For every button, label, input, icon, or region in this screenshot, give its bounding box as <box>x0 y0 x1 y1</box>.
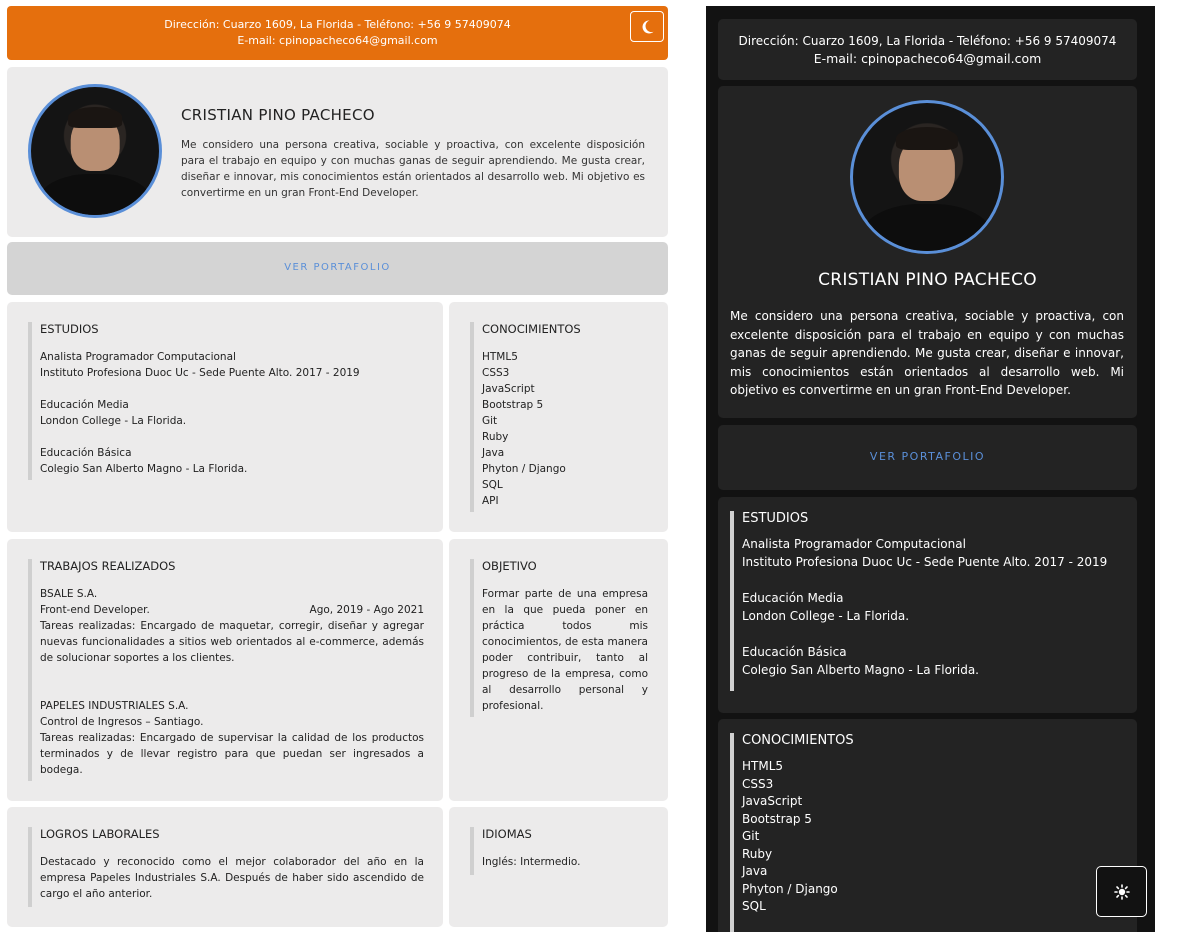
skill-item: HTML5 <box>482 351 518 363</box>
light-theme-view: Dirección: Cuarzo 1609, La Florida - Tel… <box>7 6 668 941</box>
study-place: Instituto Profesiona Duoc Uc - Sede Puen… <box>742 554 1108 569</box>
theme-toggle-button-dark[interactable] <box>1096 866 1147 917</box>
moon-icon <box>642 19 654 33</box>
job-description: Tareas realizadas: Encargado de supervis… <box>40 732 424 776</box>
avatar-hair <box>68 107 122 128</box>
skill-item: Java <box>482 447 505 459</box>
studies-title: ESTUDIOS <box>40 322 99 336</box>
skill-item: SQL <box>742 899 766 913</box>
portfolio-link[interactable]: VER PORTAFOLIO <box>718 450 1137 463</box>
studies-section: ESTUDIOS Analista Programador Computacio… <box>28 322 360 480</box>
skill-item: Git <box>742 829 760 843</box>
skill-item: JavaScript <box>742 794 803 808</box>
job-company: BSALE S.A. <box>40 588 98 600</box>
languages-text: Inglés: Intermedio. <box>482 856 581 868</box>
study-place: Colegio San Alberto Magno - La Florida. <box>742 662 979 677</box>
avatar-hair <box>895 126 959 151</box>
studies-card-dark: ESTUDIOS Analista Programador Computacio… <box>718 497 1137 713</box>
portfolio-card-dark: VER PORTAFOLIO <box>718 425 1137 490</box>
avatar <box>850 100 1004 254</box>
skills-title: CONOCIMIENTOS <box>482 322 581 336</box>
skills-section: CONOCIMIENTOS HTML5 CSS3 JavaScript Boot… <box>730 733 854 932</box>
objective-section: OBJETIVO Formar parte de una empresa en … <box>470 559 650 717</box>
contact-address: Dirección: Cuarzo 1609, La Florida - Tel… <box>738 34 1117 48</box>
job-dates: Ago, 2019 - Ago 2021 <box>309 604 424 616</box>
languages-section: IDIOMAS Inglés: Intermedio. <box>470 827 580 875</box>
studies-section: ESTUDIOS Analista Programador Computacio… <box>730 511 1107 691</box>
achievements-card: LOGROS LABORALES Destacado y reconocido … <box>7 807 443 927</box>
contact-header-dark: Dirección: Cuarzo 1609, La Florida - Tel… <box>718 19 1137 80</box>
theme-toggle-button[interactable] <box>630 11 664 42</box>
skill-item: Phyton / Django <box>482 463 566 475</box>
skill-item: Phyton / Django <box>742 881 838 896</box>
jobs-title: TRABAJOS REALIZADOS <box>40 559 176 573</box>
objective-card: OBJETIVO Formar parte de una empresa en … <box>449 539 668 801</box>
sun-icon <box>1113 883 1130 900</box>
profile-card: CRISTIAN PINO PACHECO Me considero una p… <box>7 67 668 237</box>
study-degree: Educación Básica <box>742 645 847 659</box>
profile-bio: Me considero una persona creativa, socia… <box>181 139 645 199</box>
avatar <box>28 84 162 218</box>
study-place: Instituto Profesiona Duoc Uc - Sede Puen… <box>40 367 360 379</box>
job-role: Front-end Developer. <box>40 604 150 616</box>
objective-title: OBJETIVO <box>482 559 537 573</box>
profile-name: CRISTIAN PINO PACHECO <box>818 270 1037 290</box>
skill-item: Ruby <box>742 846 773 861</box>
contact-email: E-mail: cpinopacheco64@gmail.com <box>813 51 1042 66</box>
languages-title: IDIOMAS <box>482 827 532 841</box>
contact-header: Dirección: Cuarzo 1609, La Florida - Tel… <box>7 6 668 60</box>
objective-text: Formar parte de una empresa en la que pu… <box>482 588 648 712</box>
study-degree: Educación Media <box>40 399 129 411</box>
skills-title: CONOCIMIENTOS <box>742 733 854 748</box>
contact-email: E-mail: cpinopacheco64@gmail.com <box>237 34 438 47</box>
jobs-section: TRABAJOS REALIZADOS BSALE S.A. Front-end… <box>28 559 430 781</box>
study-place: London College - La Florida. <box>742 608 910 623</box>
skill-item: Bootstrap 5 <box>742 811 812 826</box>
jobs-card: TRABAJOS REALIZADOS BSALE S.A. Front-end… <box>7 539 443 801</box>
avatar-body <box>860 203 994 251</box>
skill-item: HTML5 <box>742 759 784 773</box>
skills-card-dark: CONOCIMIENTOS HTML5 CSS3 JavaScript Boot… <box>718 719 1137 932</box>
skills-section: CONOCIMIENTOS HTML5 CSS3 JavaScript Boot… <box>470 322 581 512</box>
profile-bio: Me considero una persona creativa, socia… <box>730 309 1124 397</box>
achievements-title: LOGROS LABORALES <box>40 827 160 841</box>
skill-item: Java <box>742 864 768 878</box>
portfolio-card: VER PORTAFOLIO <box>7 242 668 295</box>
profile-name: CRISTIAN PINO PACHECO <box>181 106 375 124</box>
skill-item: CSS3 <box>482 367 510 379</box>
study-degree: Educación Media <box>742 591 844 605</box>
skill-item: SQL <box>482 479 503 491</box>
contact-address: Dirección: Cuarzo 1609, La Florida - Tel… <box>164 18 511 31</box>
skill-item: JavaScript <box>482 383 535 395</box>
skill-item: API <box>482 495 499 507</box>
study-degree: Educación Básica <box>40 447 132 459</box>
study-degree: Analista Programador Computacional <box>40 351 236 363</box>
dark-theme-view: Dirección: Cuarzo 1609, La Florida - Tel… <box>706 6 1155 932</box>
skill-item: Bootstrap 5 <box>482 399 544 411</box>
skill-item: CSS3 <box>742 776 774 791</box>
studies-title: ESTUDIOS <box>742 511 809 526</box>
achievements-section: LOGROS LABORALES Destacado y reconocido … <box>28 827 430 907</box>
job-role: Control de Ingresos – Santiago. <box>40 716 204 728</box>
avatar-body <box>37 174 153 215</box>
studies-card: ESTUDIOS Analista Programador Computacio… <box>7 302 443 532</box>
skill-item: Git <box>482 415 498 427</box>
job-description: Tareas realizadas: Encargado de maquetar… <box>40 620 424 664</box>
job-company: PAPELES INDUSTRIALES S.A. <box>40 700 189 712</box>
achievements-text: Destacado y reconocido como el mejor col… <box>40 856 424 900</box>
languages-card: IDIOMAS Inglés: Intermedio. <box>449 807 668 927</box>
study-place: London College - La Florida. <box>40 415 187 427</box>
portfolio-link[interactable]: VER PORTAFOLIO <box>7 262 668 273</box>
study-degree: Analista Programador Computacional <box>742 537 966 551</box>
job-role-row: Front-end Developer. Ago, 2019 - Ago 202… <box>40 602 424 618</box>
profile-card-dark: CRISTIAN PINO PACHECO Me considero una p… <box>718 86 1137 418</box>
study-place: Colegio San Alberto Magno - La Florida. <box>40 463 248 475</box>
skill-item: Ruby <box>482 431 509 443</box>
skills-card: CONOCIMIENTOS HTML5 CSS3 JavaScript Boot… <box>449 302 668 532</box>
